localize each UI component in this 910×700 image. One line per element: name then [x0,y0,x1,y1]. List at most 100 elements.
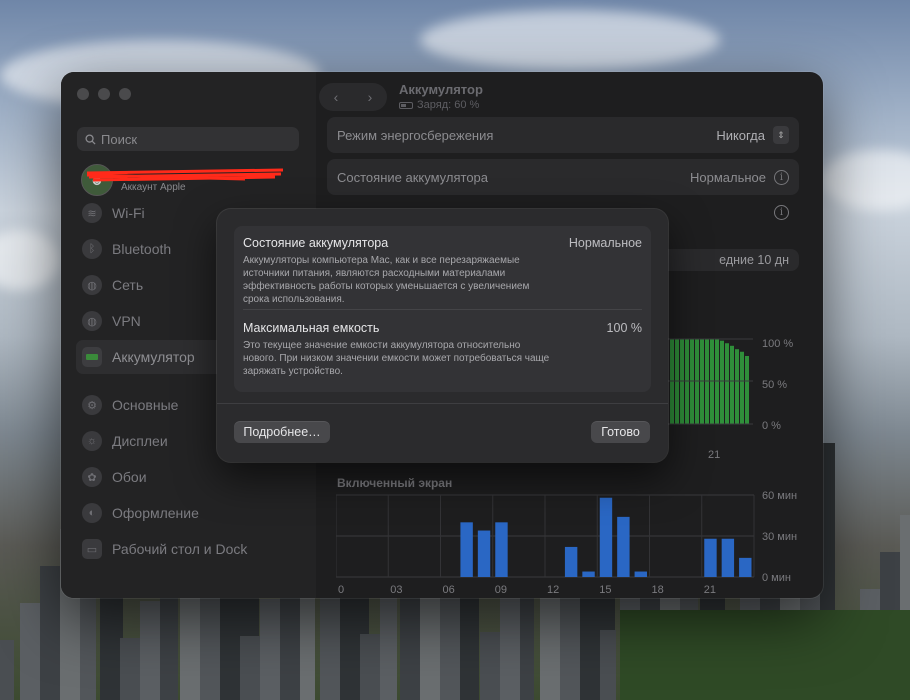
battery-x-label: 21 [708,449,720,459]
screen-on-bar [582,571,595,577]
low-power-label: Режим энергосбережения [337,127,494,143]
health-title: Состояние аккумулятора [243,236,389,250]
capacity-description: Это текущее значение емкости аккумулятор… [243,340,550,377]
x-tick-label: 09 [495,584,507,596]
divider [217,403,668,404]
appearance-icon: ◐ [82,503,102,523]
screen-on-bar [617,516,630,577]
x-tick-label: 15 [599,584,611,596]
redaction-mark [86,168,284,182]
screen-on-bar [739,557,752,577]
x-tick-label: 06 [443,584,455,596]
health-section: Состояние аккумулятора Нормальное Аккуму… [243,236,642,306]
x-tick-label: 21 [704,584,716,596]
wifi-icon: ≋ [82,203,102,223]
back-chevron-icon[interactable]: ‹ [334,89,339,105]
x-tick-label: 18 [652,584,664,596]
battery-health-row: Состояние аккумулятора Нормальное i [327,159,799,195]
x-tick-label: 0 [338,584,344,596]
updown-chevron-icon: ⇕ [773,126,789,144]
sidebar-item-label: VPN [112,313,141,329]
battery-level-bar [735,349,739,424]
screen-on-bar [721,538,735,577]
window-title: Аккумулятор [399,82,483,97]
cloud [0,230,60,290]
building [240,636,260,700]
sidebar-item[interactable]: ✿ Обои [76,460,301,494]
screen-on-bar [634,571,647,577]
sidebar-item[interactable]: ▭ Рабочий стол и Dock [76,532,301,566]
window-subtitle: Заряд: 60 % [399,99,483,111]
x-tick-label: 12 [547,584,559,596]
battery-level-bar [720,340,724,424]
info-icon[interactable]: i [774,169,789,185]
screen-on-title: Включенный экран [337,476,453,490]
done-button[interactable]: Готово [591,421,650,443]
gear-icon: ⚙ [82,395,102,415]
globe-icon: ◍ [82,275,102,295]
search-placeholder: Поиск [101,131,138,147]
building [0,640,14,700]
y-tick-label: 0 мин [762,572,791,584]
sidebar-item-label: Аккумулятор [112,349,195,365]
sun-icon: ☼ [82,431,102,451]
battery-small-icon [399,101,413,109]
battery-y-label: 0 % [762,420,781,432]
flower-icon: ✿ [82,467,102,487]
battery-level-bar [730,345,734,424]
health-value: Нормальное [568,236,642,250]
close-button[interactable] [77,88,89,100]
battery-health-dialog: Состояние аккумулятора Нормальное Аккуму… [217,209,668,462]
window-controls [77,88,131,100]
screen-on-bar [704,538,717,577]
health-description: Аккумуляторы компьютера Mac, как и все п… [243,255,530,305]
screen-on-bar [477,530,491,577]
screen-on-bar [564,546,578,577]
building [380,597,397,700]
cloud [420,10,720,70]
range-last-10-days[interactable]: едние 10 дн [719,253,789,267]
divider [243,309,642,310]
battery-level-bar [725,343,729,424]
sidebar-item-label: Дисплеи [112,433,168,449]
battery-health-label: Состояние аккумулятора [337,169,489,185]
sidebar-item[interactable]: ◐ Оформление [76,496,301,530]
battery-y-label: 50 % [762,379,787,391]
minimize-button[interactable] [98,88,110,100]
battery-health-value: Нормальное [689,169,766,185]
toolbar: ‹ › Аккумулятор Заряд: 60 % [319,82,483,111]
dialog-info-card: Состояние аккумулятора Нормальное Аккуму… [234,226,651,392]
screen-on-bar [495,522,508,577]
sidebar-item-label: Сеть [112,277,144,293]
x-tick-label: 03 [390,584,402,596]
capacity-section: Максимальная емкость 100 % Это текущее з… [243,321,642,378]
history-nav: ‹ › [319,82,387,111]
more-info-button[interactable]: Подробнее… [234,421,330,443]
low-power-row: Режим энергосбережения Никогда ⇕ [327,117,799,153]
account-subtitle: Аккаунт Apple [121,181,186,193]
battery-level-bar [745,356,749,424]
sidebar-item-label: Bluetooth [112,241,172,257]
battery-level-bar [740,351,744,424]
y-tick-label: 60 мин [762,490,797,502]
screen-on-bar [599,497,613,577]
sidebar-item-label: Обои [112,469,147,485]
low-power-select[interactable]: Никогда ⇕ [716,126,789,144]
bluetooth-icon: ᛒ [82,239,102,259]
vpn-icon: ◍ [82,311,102,331]
dock-icon: ▭ [82,539,102,559]
sidebar-item-label: Основные [112,397,179,413]
battery-y-label: 100 % [762,338,793,350]
capacity-value: 100 % [606,321,642,335]
building [20,603,41,700]
capacity-title: Максимальная емкость [243,321,380,335]
info-icon[interactable]: i [774,204,789,220]
zoom-button[interactable] [119,88,131,100]
search-input[interactable]: Поиск [77,127,299,151]
sidebar-item-label: Wi-Fi [112,205,145,221]
park [620,610,910,700]
screen-on-chart: 0 03 06 09 12 15 18 21 60 мин 30 мин 0 мин [336,490,797,596]
search-icon [85,133,96,145]
forward-chevron-icon[interactable]: › [368,89,373,105]
y-tick-label: 30 мин [762,531,797,543]
